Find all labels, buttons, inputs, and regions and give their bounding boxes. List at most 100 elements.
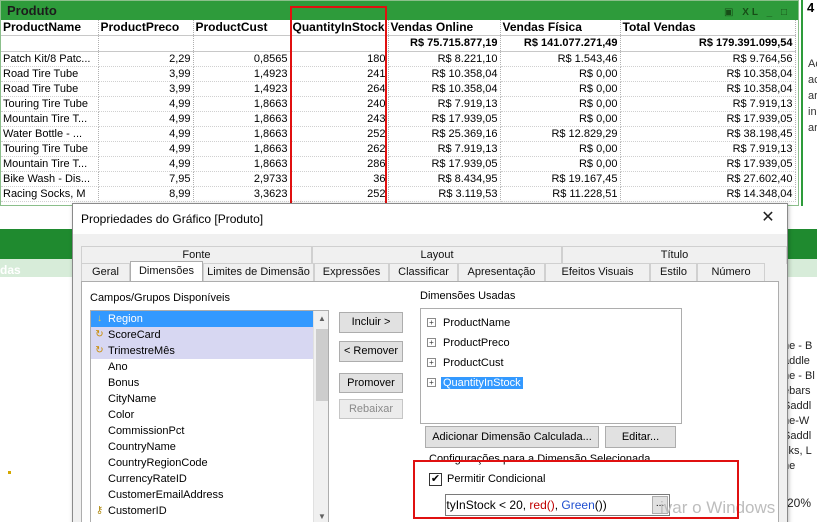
column-header[interactable]: Total Vendas bbox=[620, 20, 796, 36]
chart-properties-dialog: Propriedades do Gráfico [Produto] ✕ Font… bbox=[72, 203, 788, 522]
table-cell: 252 bbox=[290, 126, 389, 142]
table-cell: Road Tire Tube bbox=[1, 81, 99, 97]
tab-bottom[interactable]: Estilo bbox=[650, 263, 697, 281]
used-dimension-item[interactable]: + QuantityInStock bbox=[427, 375, 523, 391]
available-field-item[interactable]: Ano bbox=[91, 359, 313, 375]
table-cell: Patch Kit/8 Patc... bbox=[1, 51, 99, 67]
table-cell: R$ 0,00 bbox=[500, 81, 621, 97]
table-cell: 241 bbox=[290, 66, 389, 82]
tab-bottom[interactable]: Expressões bbox=[314, 263, 389, 281]
column-header[interactable]: Vendas Online bbox=[388, 20, 501, 36]
tab-bottom[interactable]: Efeitos Visuais bbox=[545, 263, 650, 281]
used-dimension-item[interactable]: + ProductPreco bbox=[427, 335, 512, 351]
tab-bottom[interactable]: Classificar bbox=[389, 263, 458, 281]
scroll-down-icon[interactable]: ▼ bbox=[314, 509, 328, 522]
table-cell: R$ 17.939,05 bbox=[388, 156, 501, 172]
table-cell: 2,29 bbox=[98, 51, 194, 67]
scroll-thumb[interactable] bbox=[316, 329, 328, 401]
available-field-item[interactable]: CurrencyRateID bbox=[91, 471, 313, 487]
column-header[interactable]: QuantityInStock bbox=[290, 20, 389, 36]
close-icon[interactable]: ✕ bbox=[757, 207, 779, 229]
table-cell: R$ 7.919,13 bbox=[388, 141, 501, 157]
table-row[interactable]: Road Tire Tube 3,99 1,4923 241 R$ 10.358,04 R… bbox=[1, 66, 796, 82]
available-field-item[interactable]: ↻ TrimestreMês bbox=[91, 343, 313, 359]
available-field-item[interactable]: Color bbox=[91, 407, 313, 423]
include-button[interactable]: Incluir > bbox=[339, 312, 403, 333]
table-cell: Touring Tire Tube bbox=[1, 141, 99, 157]
cyclic-group-icon: ↻ bbox=[95, 329, 104, 340]
table-cell: 4,99 bbox=[98, 126, 194, 142]
table-cell: 3,3623 bbox=[193, 186, 291, 202]
table-row[interactable]: Road Tire Tube 3,99 1,4923 264 R$ 10.358,04 R… bbox=[1, 81, 796, 97]
column-header[interactable]: ProductPreco bbox=[98, 20, 194, 36]
used-dimension-label: ProductPreco bbox=[443, 337, 510, 349]
table-cell: R$ 25.369,16 bbox=[388, 126, 501, 142]
tab-top[interactable]: Título bbox=[562, 246, 787, 264]
column-header[interactable]: ProductName bbox=[1, 20, 99, 36]
table-cell: R$ 8.434,95 bbox=[388, 171, 501, 187]
tab-bottom[interactable]: Apresentação bbox=[458, 263, 545, 281]
available-field-item[interactable]: CountryName bbox=[91, 439, 313, 455]
table-cell: 180 bbox=[290, 51, 389, 67]
used-dimension-item[interactable]: + ProductName bbox=[427, 315, 512, 331]
table-cell: 3,99 bbox=[98, 66, 194, 82]
side-panel-text: ac bbox=[808, 74, 817, 86]
available-field-label: CommissionPct bbox=[108, 425, 185, 437]
table-cell: 2,9733 bbox=[193, 171, 291, 187]
used-dimension-label: ProductName bbox=[443, 317, 511, 329]
expand-icon[interactable]: + bbox=[427, 338, 436, 347]
available-field-item[interactable]: ↓ Region bbox=[91, 311, 313, 327]
available-field-item[interactable]: CityName bbox=[91, 391, 313, 407]
tab-bottom[interactable]: Geral bbox=[81, 263, 130, 281]
tab-bottom[interactable]: Dimensões bbox=[130, 261, 203, 281]
used-dimension-item[interactable]: + ProductCust bbox=[427, 355, 506, 371]
available-field-label: CustomerID bbox=[108, 505, 167, 517]
table-row[interactable]: Mountain Tire T... 4,99 1,8663 286 R$ 17.939… bbox=[1, 156, 796, 172]
dialog-titlebar[interactable]: Propriedades do Gráfico [Produto] ✕ bbox=[73, 204, 787, 234]
table-row[interactable]: Mountain Tire T... 4,99 1,8663 243 R$ 17.939… bbox=[1, 111, 796, 127]
available-field-item[interactable]: CommissionPct bbox=[91, 423, 313, 439]
available-fields-scrollbar[interactable]: ▲ ▼ bbox=[313, 311, 328, 522]
available-field-item[interactable]: CountryRegionCode bbox=[91, 455, 313, 471]
table-cell: R$ 17.939,05 bbox=[620, 111, 796, 127]
expand-icon[interactable]: + bbox=[427, 358, 436, 367]
expression-red-fn: red() bbox=[529, 498, 555, 512]
tab-bottom[interactable]: Número bbox=[697, 263, 765, 281]
dialog-title: Propriedades do Gráfico [Produto] bbox=[81, 212, 264, 226]
conditional-expression-input[interactable]: =if(QuantityInStock < 20, red(), Green()… bbox=[445, 494, 670, 516]
add-calculated-dimension-button[interactable]: Adicionar Dimensão Calculada... bbox=[425, 426, 599, 448]
table-cell: Mountain Tire T... bbox=[1, 156, 99, 172]
tab-top[interactable]: Layout bbox=[312, 246, 562, 264]
table-row[interactable]: Water Bottle - ... 4,99 1,8663 252 R$ 25.369… bbox=[1, 126, 796, 142]
edit-button[interactable]: Editar... bbox=[605, 426, 676, 448]
table-row[interactable]: Touring Tire Tube 4,99 1,8663 240 R$ 7.919,1… bbox=[1, 96, 796, 112]
scroll-up-icon[interactable]: ▲ bbox=[314, 311, 328, 327]
enable-conditional-checkbox[interactable]: ✔ bbox=[429, 473, 442, 486]
tab-bottom[interactable]: Limites de Dimensão bbox=[203, 263, 314, 281]
available-field-item[interactable]: Bonus bbox=[91, 375, 313, 391]
table-row[interactable]: Bike Wash - Dis... 7,95 2,9733 36 R$ 8.434,9… bbox=[1, 171, 796, 187]
table-cell: 1,4923 bbox=[193, 66, 291, 82]
available-field-item[interactable]: ↻ ScoreCard bbox=[91, 327, 313, 343]
used-dimensions-list[interactable]: + ProductName + ProductPreco + ProductCust + Qu… bbox=[420, 308, 682, 424]
expression-prefix: =if(QuantityInStock < 20, bbox=[445, 498, 527, 512]
available-field-label: CityName bbox=[108, 393, 157, 405]
column-header[interactable]: Vendas Física bbox=[500, 20, 621, 36]
expand-icon[interactable]: + bbox=[427, 378, 436, 387]
expand-icon[interactable]: + bbox=[427, 318, 436, 327]
available-fields-label: Campos/Grupos Disponíveis bbox=[90, 292, 231, 304]
total-cell bbox=[290, 35, 389, 52]
table-cell: R$ 17.939,05 bbox=[388, 111, 501, 127]
table-caption-bar[interactable]: Produto ▣ XL _ □ bbox=[1, 1, 798, 20]
promote-button[interactable]: Promover bbox=[339, 373, 403, 393]
table-row[interactable]: Patch Kit/8 Patc... 2,29 0,8565 180 R$ 8.221… bbox=[1, 51, 796, 67]
remove-button[interactable]: < Remover bbox=[339, 341, 403, 362]
demote-button[interactable]: Rebaixar bbox=[339, 399, 403, 419]
column-header[interactable]: ProductCust bbox=[193, 20, 291, 36]
available-field-item[interactable]: CustomerEmailAddress bbox=[91, 487, 313, 503]
table-row[interactable]: Touring Tire Tube 4,99 1,8663 262 R$ 7.919,1… bbox=[1, 141, 796, 157]
available-fields-list[interactable]: ↓ Region ↻ ScoreCard ↻ TrimestreMês Ano Bonus Ci… bbox=[90, 310, 329, 522]
table-row[interactable]: Racing Socks, M 8,99 3,3623 252 R$ 3.119,53 R… bbox=[1, 186, 796, 202]
available-field-item[interactable]: ⚷ CustomerID bbox=[91, 503, 313, 519]
available-field-label: TrimestreMês bbox=[108, 345, 175, 357]
